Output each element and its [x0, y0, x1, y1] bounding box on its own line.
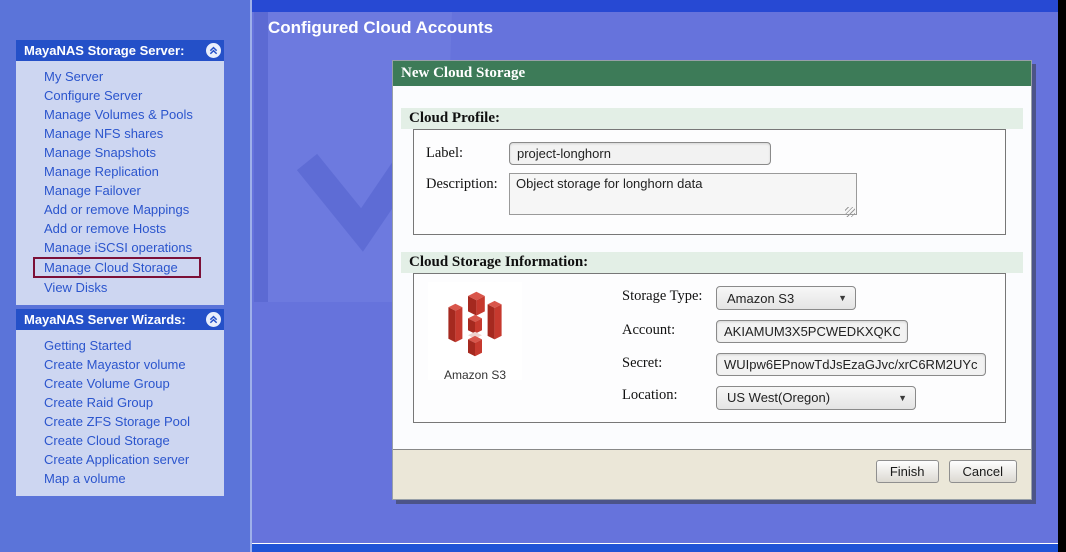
sidebar-item[interactable]: Manage Volumes & Pools	[16, 105, 224, 124]
description-textarea[interactable]	[509, 173, 857, 215]
resize-grip-icon[interactable]	[845, 207, 855, 217]
secret-input[interactable]	[716, 353, 986, 376]
sidebar-list: Getting Started Create Mayastor volume Cre…	[16, 330, 224, 496]
cloud-storage-fieldset: Amazon S3 Storage Type: Amazon S3 ▼ Acco…	[413, 273, 1006, 423]
sidebar-item[interactable]: Configure Server	[16, 86, 224, 105]
location-value: US West(Oregon)	[727, 390, 830, 405]
sidebar-item[interactable]: Getting Started	[16, 336, 224, 355]
sidebar-item-label[interactable]: Create Application server	[44, 452, 189, 467]
bottom-bar	[252, 543, 1058, 552]
account-input[interactable]	[716, 320, 908, 343]
sidebar-item[interactable]: Manage NFS shares	[16, 124, 224, 143]
main-content: Configured Cloud Accounts New Cloud Stor…	[250, 0, 1058, 552]
secret-label: Secret:	[622, 353, 716, 372]
sidebar-item-label[interactable]: Manage iSCSI operations	[44, 240, 192, 255]
sidebar-item-label[interactable]: Getting Started	[44, 338, 131, 353]
description-field-label: Description:	[426, 173, 509, 193]
sidebar-item[interactable]: Manage iSCSI operations	[16, 238, 224, 257]
sidebar-item-label[interactable]: Add or remove Hosts	[44, 221, 166, 236]
sidebar-item[interactable]: Create Application server	[16, 450, 224, 469]
sidebar-section-title: MayaNAS Server Wizards:	[24, 312, 186, 327]
sidebar-item[interactable]: Map a volume	[16, 469, 224, 488]
top-bar	[252, 0, 1058, 12]
sidebar-item[interactable]: My Server	[16, 67, 224, 86]
sidebar-item-label[interactable]: Configure Server	[44, 88, 142, 103]
sidebar-item-label[interactable]: My Server	[44, 69, 103, 84]
sidebar-section-storage-server: MayaNAS Storage Server: My Server Configu…	[16, 40, 224, 305]
sidebar-item-label[interactable]: Create Cloud Storage	[44, 433, 170, 448]
sidebar-item-label[interactable]: Map a volume	[44, 471, 126, 486]
amazon-s3-logo-icon	[440, 287, 510, 361]
cloud-storage-info-heading: Cloud Storage Information:	[401, 252, 1023, 273]
storage-type-select[interactable]: Amazon S3 ▼	[716, 286, 856, 310]
sidebar-section-header: MayaNAS Server Wizards:	[16, 309, 224, 330]
collapse-icon[interactable]	[206, 43, 221, 58]
sidebar-item-label[interactable]: Manage Snapshots	[44, 145, 156, 160]
dropdown-arrow-icon: ▼	[838, 293, 847, 303]
sidebar-list: My Server Configure Server Manage Volumes …	[16, 61, 224, 305]
sidebar-item-label[interactable]: Create Volume Group	[44, 376, 170, 391]
sidebar-item-label[interactable]: Create Raid Group	[44, 395, 153, 410]
sidebar-item-label[interactable]: Manage Cloud Storage	[33, 257, 201, 278]
sidebar-item-label[interactable]: Manage Volumes & Pools	[44, 107, 193, 122]
sidebar-item[interactable]: Create ZFS Storage Pool	[16, 412, 224, 431]
sidebar-item[interactable]: Add or remove Mappings	[16, 200, 224, 219]
dialog-footer: Finish Cancel	[393, 449, 1031, 499]
sidebar-item[interactable]: Create Raid Group	[16, 393, 224, 412]
right-black-strip	[1058, 0, 1066, 552]
sidebar-item[interactable]: Manage Failover	[16, 181, 224, 200]
sidebar-section-header: MayaNAS Storage Server:	[16, 40, 224, 61]
sidebar-item[interactable]: View Disks	[16, 278, 224, 297]
dialog-body: Cloud Profile: Label: Description: Cloud…	[393, 86, 1031, 449]
sidebar-section-title: MayaNAS Storage Server:	[24, 43, 184, 58]
sidebar-item[interactable]: Create Volume Group	[16, 374, 224, 393]
location-label: Location:	[622, 385, 716, 404]
sidebar-item-label[interactable]: Manage Replication	[44, 164, 159, 179]
sidebar-item[interactable]: Manage Replication	[16, 162, 224, 181]
sidebar-item-label[interactable]: Manage Failover	[44, 183, 141, 198]
finish-button[interactable]: Finish	[876, 460, 939, 483]
account-label: Account:	[622, 320, 716, 339]
sidebar: MayaNAS Storage Server: My Server Configu…	[16, 40, 224, 496]
sidebar-item[interactable]: Create Cloud Storage	[16, 431, 224, 450]
sidebar-item-label[interactable]: Add or remove Mappings	[44, 202, 189, 217]
cloud-profile-heading: Cloud Profile:	[401, 108, 1023, 129]
label-field-label: Label:	[426, 142, 509, 162]
sidebar-item-label[interactable]: Create Mayastor volume	[44, 357, 186, 372]
storage-type-label: Storage Type:	[622, 286, 716, 305]
page-title: Configured Cloud Accounts	[268, 18, 493, 38]
storage-type-value: Amazon S3	[727, 291, 794, 306]
new-cloud-storage-dialog: New Cloud Storage Cloud Profile: Label: …	[392, 60, 1032, 500]
storage-form: Storage Type: Amazon S3 ▼ Account: Secre…	[622, 286, 986, 410]
sidebar-section-wizards: MayaNAS Server Wizards: Getting Started C…	[16, 309, 224, 496]
dropdown-arrow-icon: ▼	[898, 393, 907, 403]
dialog-title: New Cloud Storage	[393, 61, 1031, 86]
cancel-button[interactable]: Cancel	[949, 460, 1017, 483]
sidebar-item[interactable]: Manage Snapshots	[16, 143, 224, 162]
sidebar-item-label[interactable]: Manage NFS shares	[44, 126, 163, 141]
provider-logo-box: Amazon S3	[428, 282, 522, 380]
sidebar-item-label[interactable]: Create ZFS Storage Pool	[44, 414, 190, 429]
collapse-icon[interactable]	[206, 312, 221, 327]
sidebar-item[interactable]: Manage Cloud Storage	[16, 257, 224, 278]
provider-caption: Amazon S3	[428, 368, 522, 382]
label-input[interactable]	[509, 142, 771, 165]
sidebar-item[interactable]: Add or remove Hosts	[16, 219, 224, 238]
location-select[interactable]: US West(Oregon) ▼	[716, 386, 916, 410]
sidebar-item-label[interactable]: View Disks	[44, 280, 107, 295]
sidebar-item[interactable]: Create Mayastor volume	[16, 355, 224, 374]
cloud-profile-fieldset: Label: Description:	[413, 129, 1006, 235]
